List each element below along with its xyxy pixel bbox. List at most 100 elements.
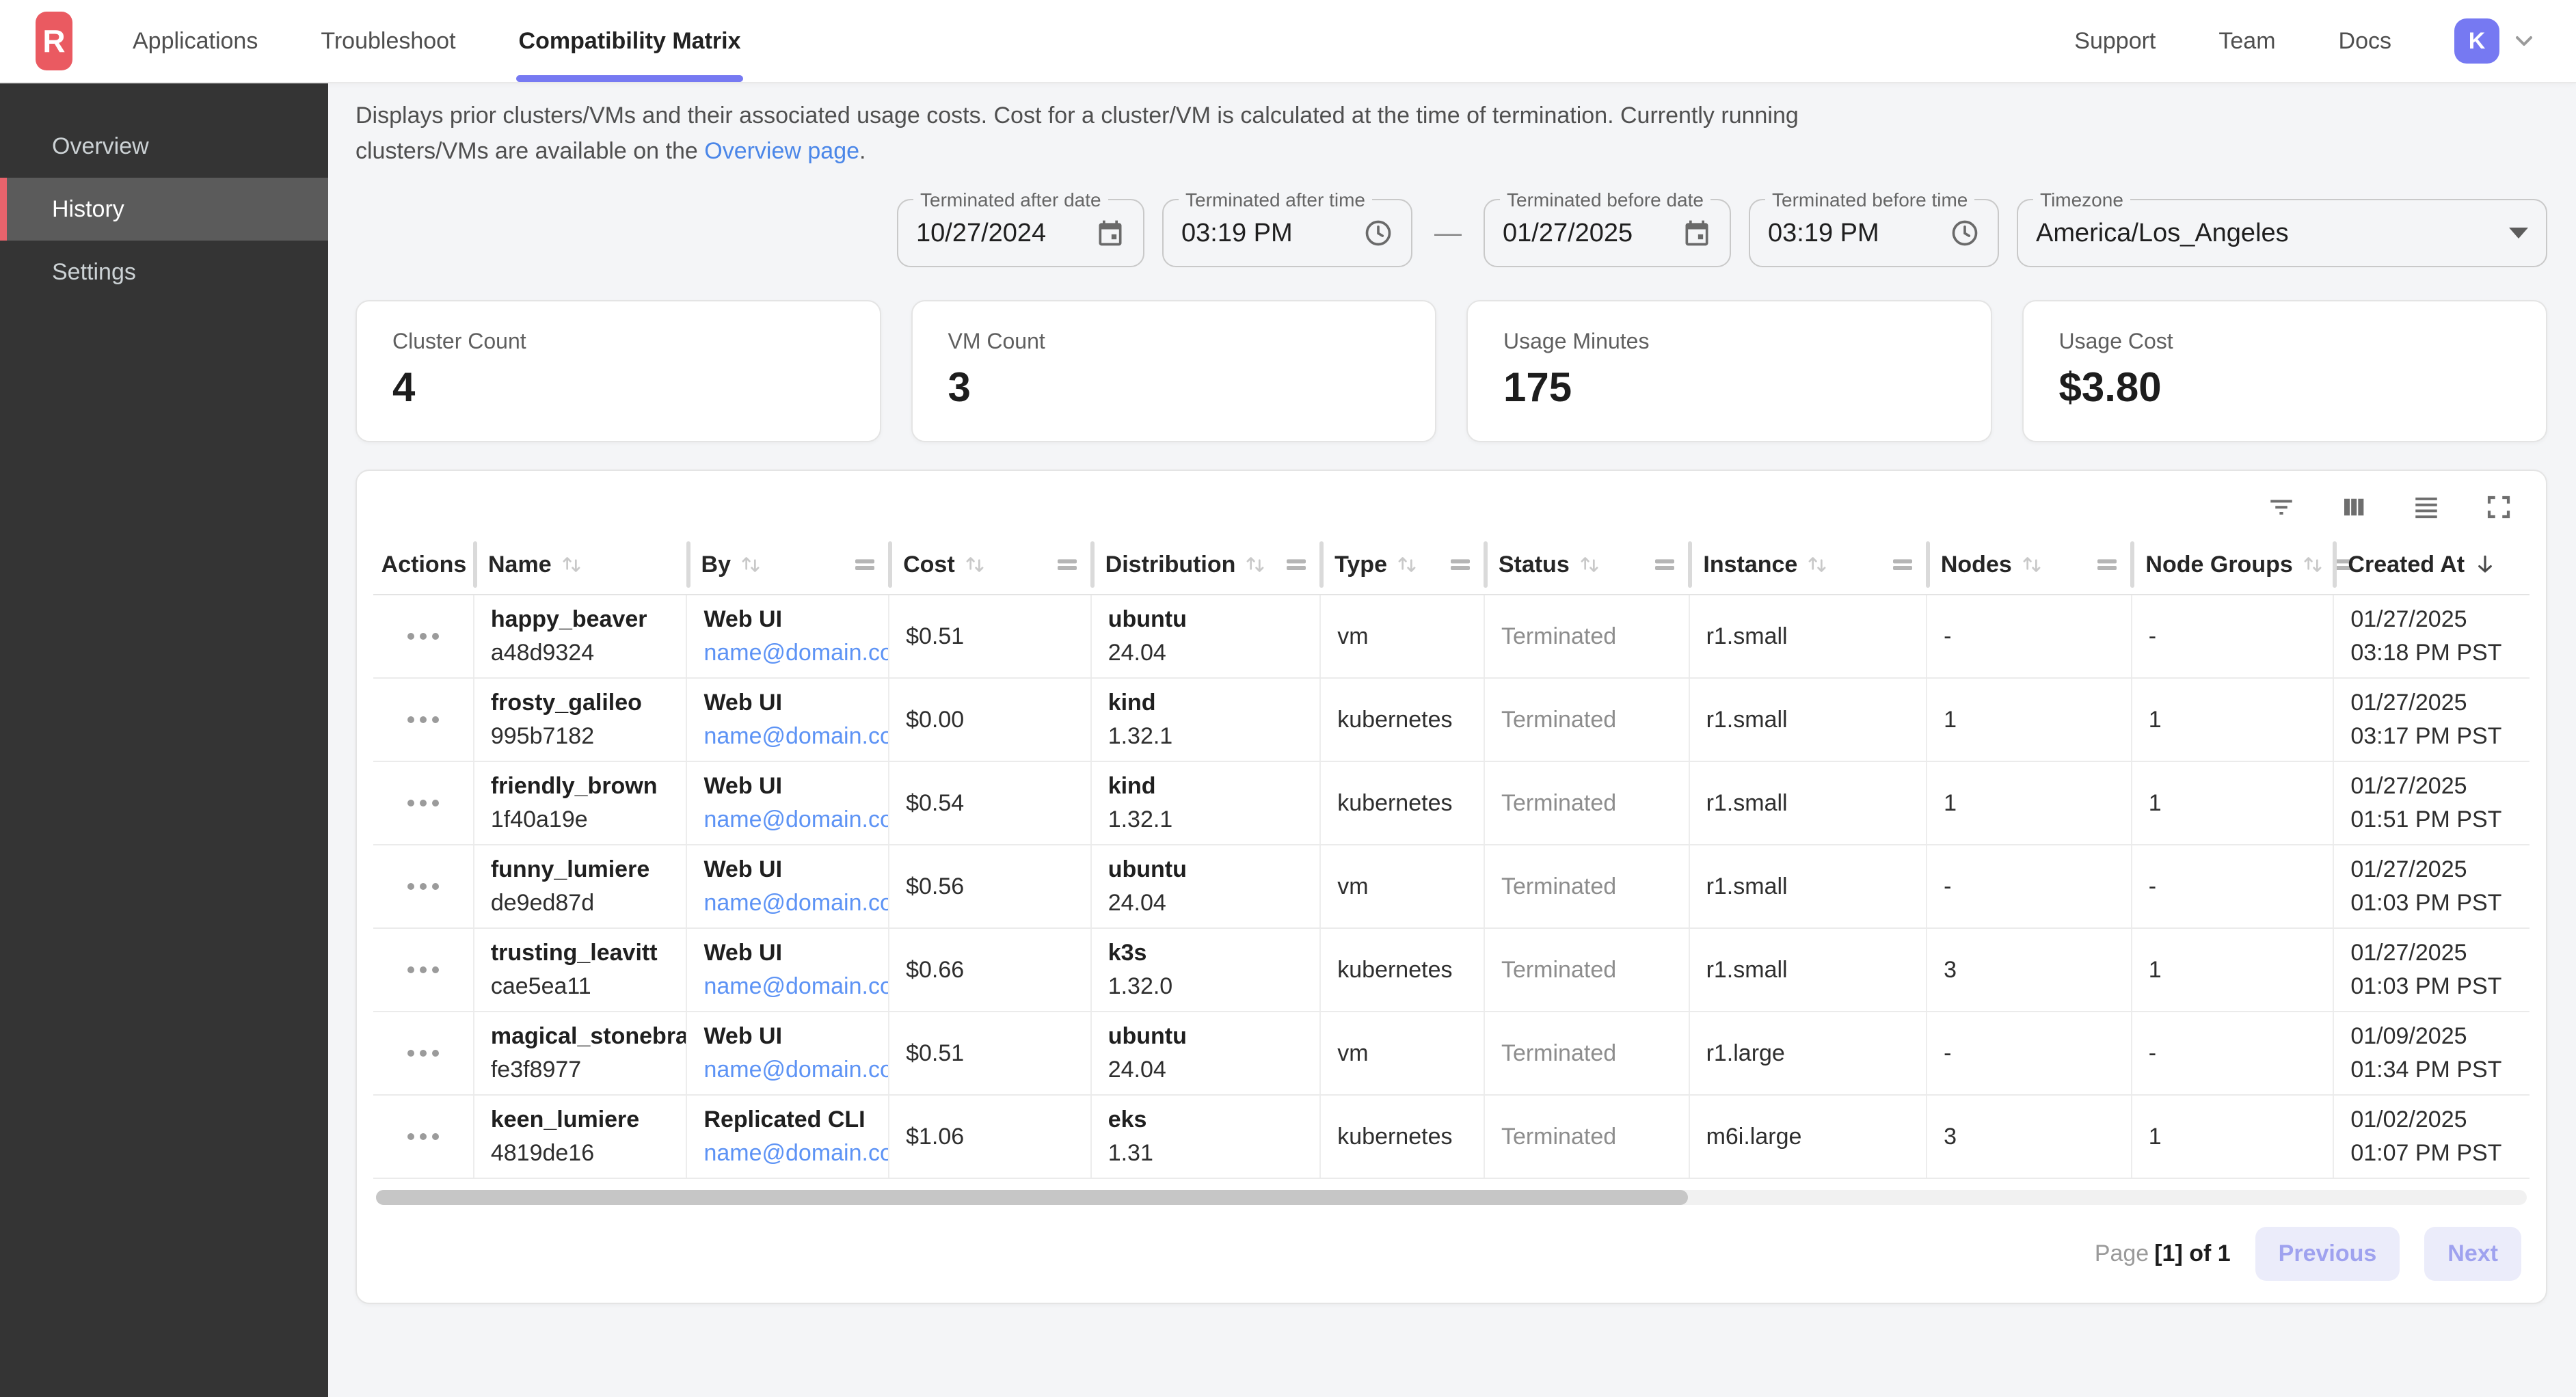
column-header-name[interactable]: Name — [474, 535, 688, 594]
column-header-by[interactable]: By — [688, 535, 890, 594]
cell-node_groups: 1 — [2132, 762, 2335, 844]
column-menu-icon[interactable] — [854, 554, 876, 575]
terminated-before-time-value[interactable]: 03:19 PM — [1768, 219, 1879, 248]
distribution-value: kind — [1108, 690, 1304, 716]
filter-button[interactable] — [2264, 490, 2298, 524]
email-value[interactable]: name@domain.com — [703, 973, 872, 1000]
column-header-created-at[interactable]: Created At — [2334, 535, 2530, 594]
column-header-nodes[interactable]: Nodes — [1927, 535, 2132, 594]
terminated-after-date-field[interactable]: Terminated after date 10/27/2024 — [897, 199, 1144, 267]
row-actions-button[interactable] — [399, 791, 447, 815]
column-menu-icon[interactable] — [1654, 554, 1676, 575]
cell-nodes: - — [1927, 1012, 2132, 1094]
row-actions-button[interactable] — [399, 875, 447, 898]
email-value[interactable]: name@domain.com — [703, 723, 872, 750]
timezone-value[interactable]: America/Los_Angeles — [2036, 219, 2289, 248]
sort-arrows-icon[interactable] — [1577, 552, 1602, 578]
email-value[interactable]: name@domain.com — [703, 806, 872, 833]
previous-page-button[interactable]: Previous — [2255, 1227, 2400, 1281]
calendar-icon[interactable] — [1082, 218, 1125, 248]
scrollbar-thumb[interactable] — [376, 1190, 1688, 1205]
nav-link-docs[interactable]: Docs — [2339, 28, 2391, 55]
clock-icon[interactable] — [1936, 218, 1980, 248]
column-header-status[interactable]: Status — [1485, 535, 1690, 594]
sort-desc-icon[interactable] — [2471, 551, 2499, 578]
distribution-value: eks — [1108, 1107, 1304, 1133]
tab-troubleshoot[interactable]: Troubleshoot — [318, 0, 458, 82]
email-value[interactable]: name@domain.com — [703, 890, 872, 917]
sidebar-item-overview[interactable]: Overview — [0, 115, 328, 178]
terminated-after-time-value[interactable]: 03:19 PM — [1181, 219, 1293, 248]
sort-arrows-icon[interactable] — [1804, 552, 1830, 578]
cost-value: $0.51 — [906, 1040, 1074, 1067]
column-header-type[interactable]: Type — [1321, 535, 1485, 594]
sort-arrows-icon[interactable] — [2300, 552, 2326, 578]
terminated-after-time-field[interactable]: Terminated after time 03:19 PM — [1162, 199, 1412, 267]
node_groups-value: - — [2149, 623, 2317, 650]
sort-arrows-icon[interactable] — [2019, 552, 2045, 578]
column-menu-icon[interactable] — [1449, 554, 1471, 575]
tab-applications[interactable]: Applications — [130, 0, 260, 82]
replicated-logo[interactable]: R — [36, 12, 72, 70]
tab-compatibility-matrix[interactable]: Compatibility Matrix — [516, 0, 744, 82]
email-value[interactable]: name@domain.com — [703, 1057, 872, 1083]
account-menu-button[interactable]: K — [2454, 18, 2538, 64]
type-value: kubernetes — [1337, 957, 1467, 984]
table-row: friendly_brown1f40a19eWeb UIname@domain.… — [373, 762, 2530, 845]
sort-arrows-icon[interactable] — [1394, 552, 1420, 578]
cost-value: $0.54 — [906, 790, 1074, 817]
fullscreen-button[interactable] — [2482, 490, 2516, 524]
next-page-button[interactable]: Next — [2424, 1227, 2521, 1281]
stat-label: Cluster Count — [392, 329, 844, 354]
nav-link-support[interactable]: Support — [2074, 28, 2156, 55]
calendar-icon[interactable] — [1668, 218, 1712, 248]
nav-link-team[interactable]: Team — [2218, 28, 2275, 55]
sidebar-item-settings[interactable]: Settings — [0, 241, 328, 303]
cell-cost: $0.54 — [889, 762, 1092, 844]
columns-button[interactable] — [2337, 490, 2371, 524]
status-value: Terminated — [1501, 790, 1672, 817]
name-value: funny_lumiere — [491, 856, 670, 883]
stat-label: Usage Cost — [2059, 329, 2511, 354]
node_groups-value: 1 — [2149, 957, 2317, 984]
overview-page-link[interactable]: Overview page — [704, 138, 859, 164]
column-header-cost[interactable]: Cost — [889, 535, 1092, 594]
cost-value: $0.56 — [906, 873, 1074, 900]
terminated-before-time-field[interactable]: Terminated before time 03:19 PM — [1749, 199, 1999, 267]
sort-arrows-icon[interactable] — [962, 552, 988, 578]
terminated-before-date-field[interactable]: Terminated before date 01/27/2025 — [1484, 199, 1731, 267]
email-value[interactable]: name@domain.com — [703, 1140, 872, 1167]
column-menu-icon[interactable] — [1285, 554, 1307, 575]
column-menu-icon[interactable] — [2096, 554, 2118, 575]
column-label: Cost — [903, 552, 955, 578]
row-actions-button[interactable] — [399, 1042, 447, 1065]
sort-arrows-icon[interactable] — [738, 552, 764, 578]
terminated-before-date-value[interactable]: 01/27/2025 — [1503, 219, 1633, 248]
row-actions-button[interactable] — [399, 625, 447, 648]
sort-arrows-icon[interactable] — [1242, 552, 1268, 578]
row-actions-button[interactable] — [399, 958, 447, 981]
cell-distribution: ubuntu24.04 — [1092, 1012, 1321, 1094]
cell-actions — [373, 595, 474, 677]
terminated-after-date-value[interactable]: 10/27/2024 — [916, 219, 1046, 248]
sort-arrows-icon[interactable] — [559, 552, 585, 578]
column-menu-icon[interactable] — [1892, 554, 1914, 575]
density-button[interactable] — [2409, 490, 2443, 524]
cell-created_date: 01/27/202501:03 PM PST — [2334, 845, 2530, 927]
row-actions-button[interactable] — [399, 1125, 447, 1148]
email-value[interactable]: name@domain.com — [703, 640, 872, 666]
cell-type: kubernetes — [1321, 679, 1485, 761]
dropdown-arrow-icon[interactable] — [2509, 228, 2528, 239]
created_date-value: 01/27/2025 — [2350, 690, 2513, 716]
cell-cost: $1.06 — [889, 1096, 1092, 1178]
clock-icon[interactable] — [1350, 218, 1393, 248]
timezone-select[interactable]: Timezone America/Los_Angeles — [2017, 199, 2547, 267]
sidebar-item-history[interactable]: History — [0, 178, 328, 241]
column-header-instance[interactable]: Instance — [1689, 535, 1927, 594]
row-actions-button[interactable] — [399, 708, 447, 731]
horizontal-scrollbar[interactable] — [376, 1190, 2527, 1205]
table-body: happy_beavera48d9324Web UIname@domain.co… — [373, 595, 2530, 1179]
column-menu-icon[interactable] — [1056, 554, 1078, 575]
column-header-distribution[interactable]: Distribution — [1092, 535, 1321, 594]
column-header-node-groups[interactable]: Node Groups — [2132, 535, 2334, 594]
